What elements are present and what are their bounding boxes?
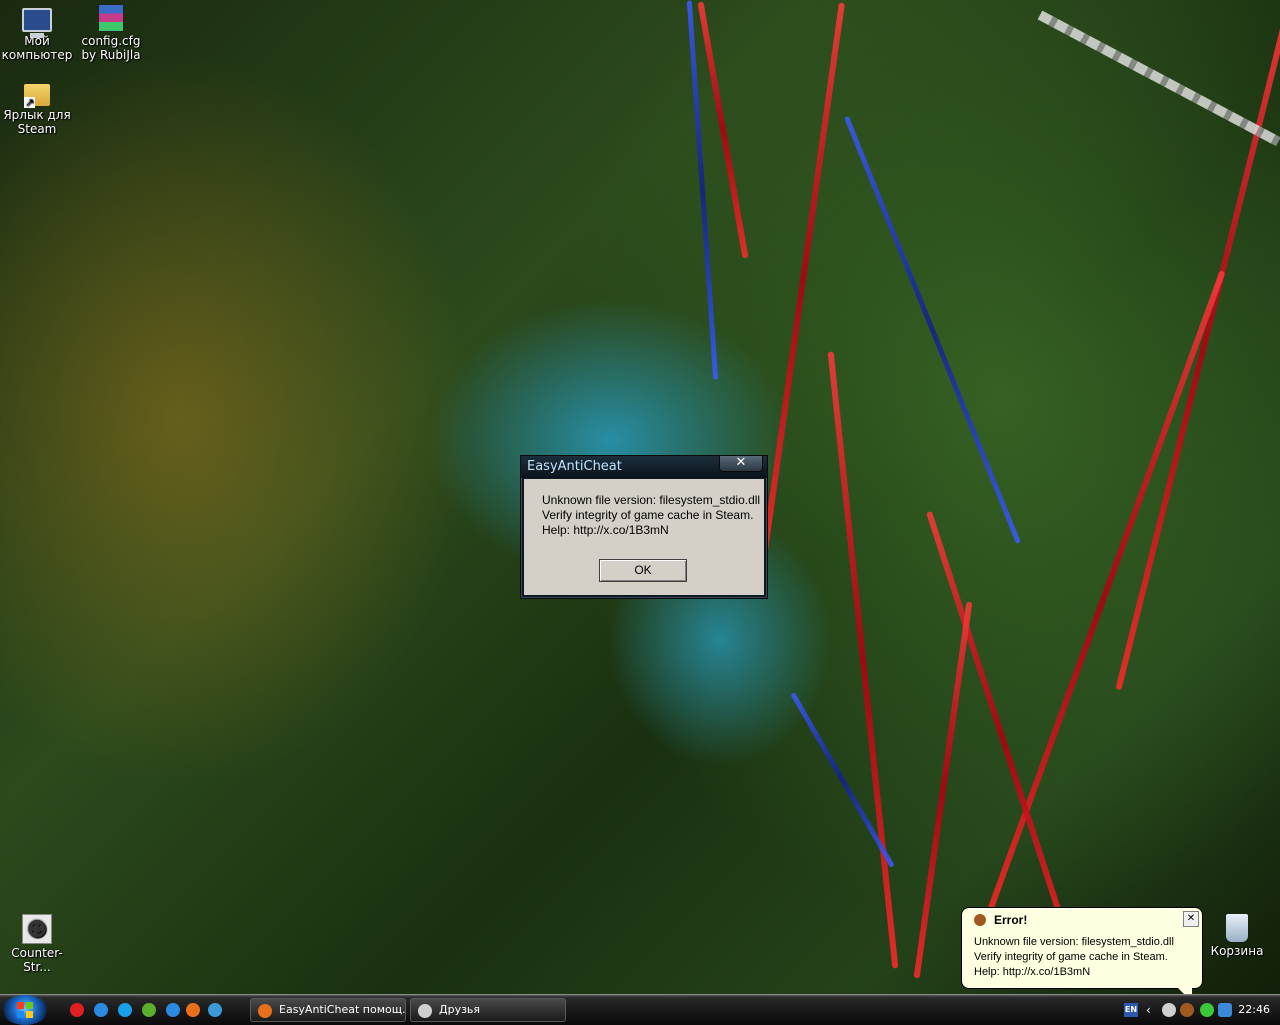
dialog-message: Unknown file version: filesystem_stdio.d…: [542, 493, 760, 538]
start-button[interactable]: [2, 995, 48, 1025]
wallpaper-ribbon: [980, 270, 1226, 930]
balloon-message-line: Unknown file version: filesystem_stdio.d…: [974, 936, 1174, 948]
windows-logo-icon: [17, 1002, 33, 1018]
safari-icon[interactable]: [94, 1003, 108, 1017]
wallpaper-ribbon: [761, 2, 845, 558]
desktop-icon-label: Counter-Str...: [11, 946, 63, 974]
steam-tray-icon[interactable]: [1162, 1003, 1176, 1017]
desktop-icon-my-computer[interactable]: Мой компьютер: [0, 4, 74, 62]
ie-icon[interactable]: [208, 1003, 222, 1017]
dialog-close-button[interactable]: ✕: [719, 456, 763, 472]
desktop: Мой компьютер config.cfg by RubiJla Ярлы…: [0, 0, 1280, 994]
desktop-icon-steam-shortcut[interactable]: Ярлык для Steam: [0, 78, 74, 136]
balloon-message: Unknown file version: filesystem_stdio.d…: [974, 935, 1174, 980]
wallpaper-ribbon: [790, 692, 895, 868]
balloon-close-button[interactable]: ✕: [1183, 911, 1199, 927]
wallpaper-ribbon: [686, 0, 719, 380]
wallpaper-ribbon: [827, 351, 899, 969]
taskbar-item-label: Друзья: [439, 1003, 481, 1016]
steam-icon: [418, 1004, 432, 1018]
balloon-message-line: Help: http://x.co/1B3mN: [974, 966, 1091, 978]
wallpaper-ribbon: [844, 115, 1021, 545]
error-notification-balloon[interactable]: Error! ✕ Unknown file version: filesyste…: [961, 907, 1203, 994]
easyanticheat-tray-icon[interactable]: [1180, 1003, 1194, 1017]
recycle-bin-icon: [1226, 914, 1248, 942]
archive-icon: [98, 4, 124, 32]
wallpaper-garland: [1037, 10, 1280, 147]
taskbar-item-label: EasyAntiCheat помощ...: [279, 1003, 406, 1016]
dialog-message-line: Unknown file version: filesystem_stdio.d…: [542, 493, 761, 507]
security-tray-icon[interactable]: [1200, 1003, 1214, 1017]
desktop-icon-label: Мой компьютер: [1, 34, 73, 62]
wallpaper-ribbon: [1115, 9, 1280, 691]
dialog-message-line: Verify integrity of game cache in Steam.: [542, 508, 754, 522]
language-indicator[interactable]: EN: [1124, 1003, 1138, 1017]
tray-expand-icon[interactable]: ‹: [1146, 1003, 1160, 1017]
taskbar-item-easyanticheat[interactable]: EasyAntiCheat помощ...: [250, 998, 406, 1022]
network-tray-icon[interactable]: [1218, 1003, 1232, 1017]
balloon-title: Error!: [974, 913, 1027, 927]
utorrent-icon[interactable]: [142, 1003, 156, 1017]
error-bear-icon: [974, 914, 986, 926]
firefox-icon[interactable]: [186, 1003, 200, 1017]
desktop-icon-recycle-bin[interactable]: Корзина: [1200, 914, 1274, 958]
desktop-icon-config-file[interactable]: config.cfg by RubiJla: [74, 4, 148, 62]
desktop-icon-counter-strike[interactable]: ☻ Counter-Str...: [0, 914, 74, 974]
ok-button[interactable]: OK: [599, 559, 687, 582]
easyanticheat-dialog: EasyAntiCheat ✕ Unknown file version: fi…: [520, 455, 768, 599]
computer-icon: [22, 8, 52, 38]
firefox-icon: [258, 1004, 272, 1018]
dialog-body: Unknown file version: filesystem_stdio.d…: [524, 479, 764, 595]
taskbar: EasyAntiCheat помощ... Друзья EN ‹ 22:46: [0, 994, 1280, 1025]
desktop-icon-label: Корзина: [1210, 944, 1264, 958]
desktop-icon-label: config.cfg by RubiJla: [81, 34, 141, 62]
skype-icon[interactable]: [118, 1003, 132, 1017]
clock[interactable]: 22:46: [1238, 995, 1270, 1025]
refresh-icon[interactable]: [166, 1003, 180, 1017]
folder-shortcut-icon: [24, 84, 50, 108]
yandex-icon[interactable]: [70, 1003, 84, 1017]
taskbar-item-friends[interactable]: Друзья: [410, 998, 566, 1022]
desktop-icon-label: Ярлык для Steam: [3, 108, 71, 136]
balloon-title-text: Error!: [994, 913, 1028, 927]
balloon-message-line: Verify integrity of game cache in Steam.: [974, 951, 1168, 963]
dialog-message-line: Help: http://x.co/1B3mN: [542, 523, 669, 537]
counter-strike-icon: ☻: [22, 914, 52, 944]
